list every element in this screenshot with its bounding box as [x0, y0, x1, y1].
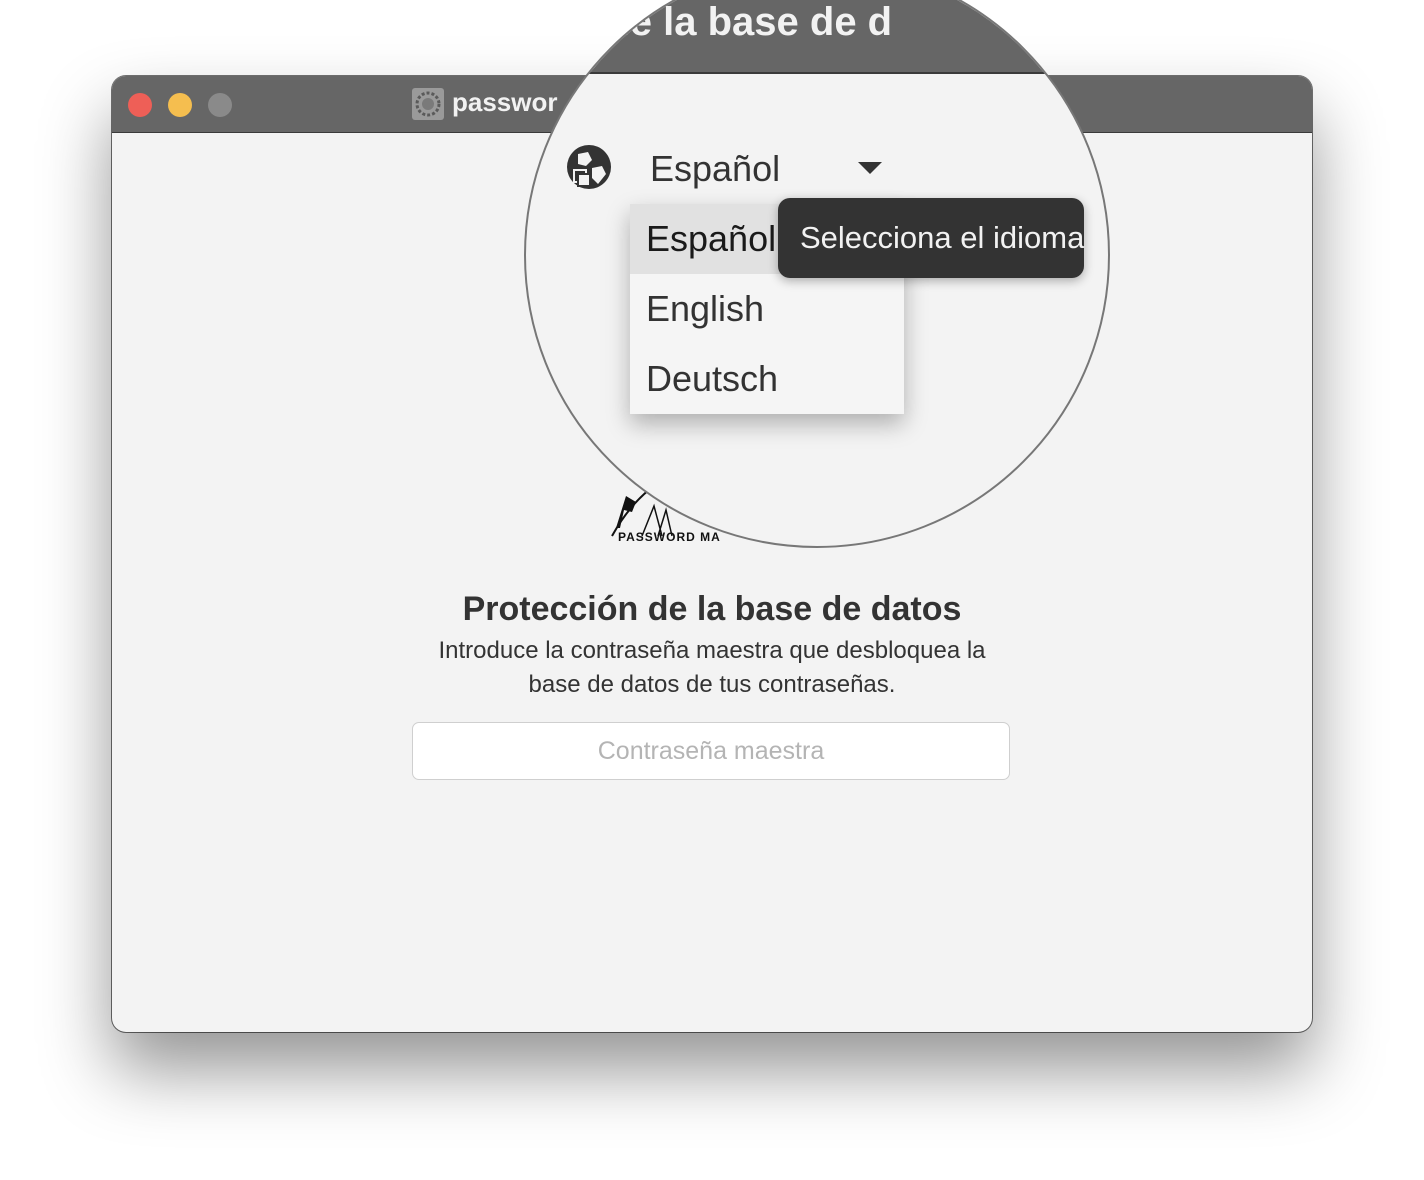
page-description: Introduce la contraseña maestra que desb…	[438, 637, 986, 698]
magnified-title-bar: ción de la base de d	[526, 0, 1108, 74]
logo-text: PASSWORD MA	[618, 530, 721, 544]
close-window-button[interactable]	[128, 93, 152, 117]
language-select[interactable]: Español	[640, 140, 890, 194]
minimize-window-button[interactable]	[168, 93, 192, 117]
page-heading: Protección de la base de datos	[462, 590, 962, 628]
magnified-title-text: ción de la base de d	[524, 0, 893, 44]
chevron-down-icon[interactable]	[858, 162, 882, 174]
globe-icon	[567, 145, 611, 189]
maximize-window-button[interactable]	[208, 93, 232, 117]
language-select-value: Español	[650, 148, 781, 189]
language-option-deutsch[interactable]: Deutsch	[630, 344, 904, 414]
window-title: passwor	[452, 87, 558, 117]
master-password-input[interactable]	[412, 722, 1010, 780]
app-icon	[412, 88, 444, 120]
language-option-english[interactable]: English	[630, 274, 904, 344]
language-tooltip: Selecciona el idioma	[778, 198, 1084, 278]
